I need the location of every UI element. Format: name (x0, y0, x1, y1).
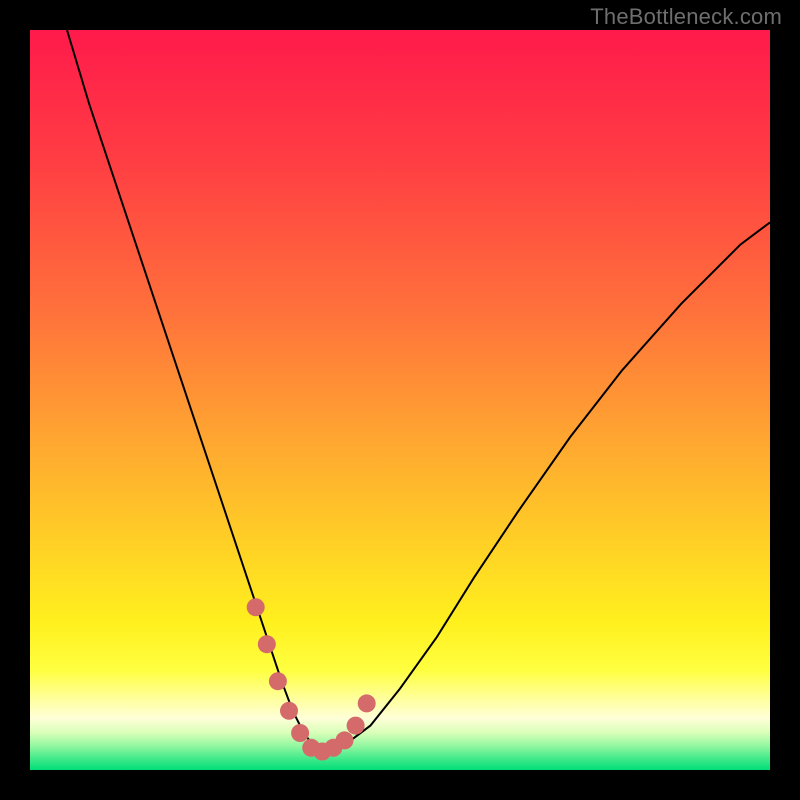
plot-area (30, 30, 770, 770)
highlight-dot (247, 598, 265, 616)
highlight-dot (269, 672, 287, 690)
bottleneck-curve (67, 30, 770, 752)
highlight-dot (291, 724, 309, 742)
highlight-dot (280, 702, 298, 720)
highlight-dot (358, 694, 376, 712)
watermark-text: TheBottleneck.com (590, 4, 782, 30)
highlight-dot (347, 717, 365, 735)
curve-layer (30, 30, 770, 770)
highlight-dot (258, 635, 276, 653)
chart-frame: TheBottleneck.com (0, 0, 800, 800)
highlight-dot (336, 731, 354, 749)
